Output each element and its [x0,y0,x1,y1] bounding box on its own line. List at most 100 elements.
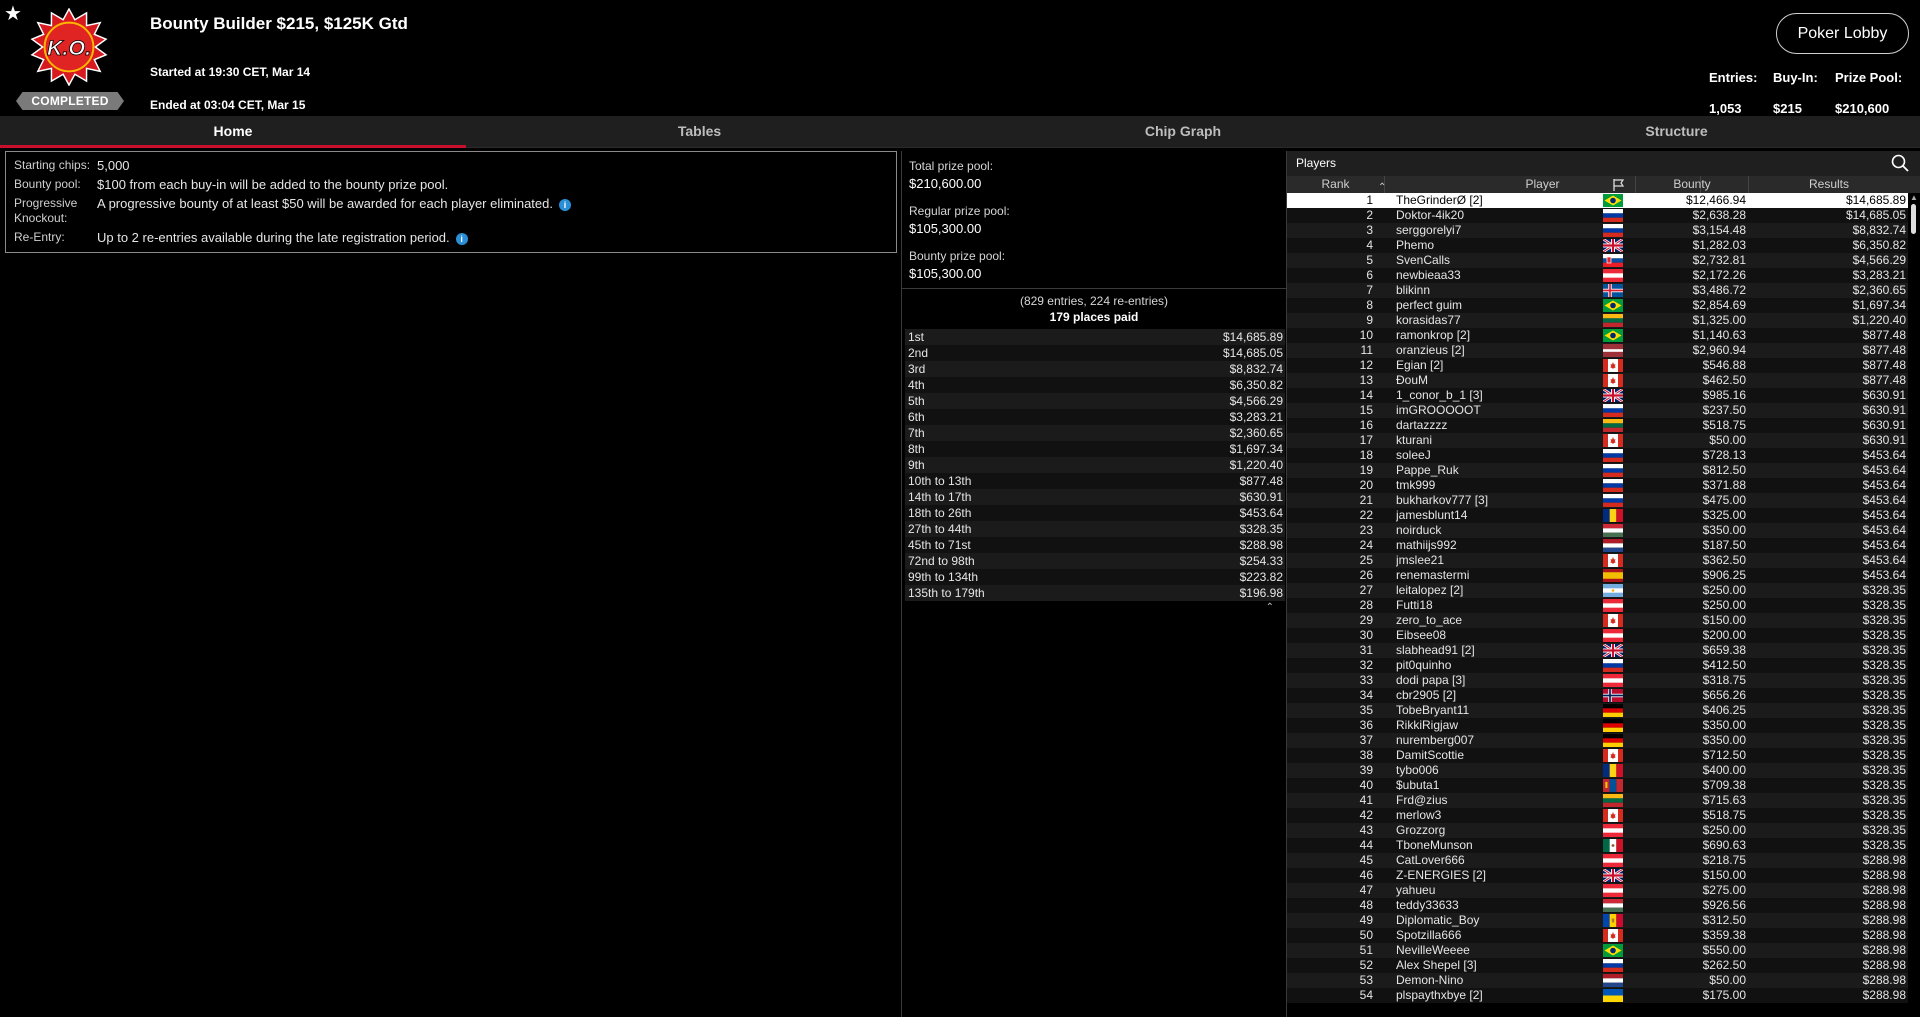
regular-prize-pool-value: $105,300.00 [909,221,982,236]
favorite-star-icon[interactable]: ★ [4,4,22,24]
poker-lobby-button[interactable]: Poker Lobby [1776,13,1909,54]
info-icon[interactable]: i [455,232,468,245]
player-row[interactable]: 4 Phemo $1,282.03 $6,350.82 [1287,237,1909,254]
player-row[interactable]: 13 ĐouM $462.50 $877.48 [1287,373,1909,388]
player-results: $288.98 [1862,973,1906,987]
buyin-label: Buy-In: [1773,70,1818,85]
player-row[interactable]: 48 teddy33633 $926.56 $288.98 [1287,898,1909,913]
player-row[interactable]: 44 TboneMunson $690.63 $328.35 [1287,838,1909,853]
payout-list: 1st $14,685.89 2nd $14,685.05 3rd $8,832.74 4t… [905,329,1285,601]
scrollbar-thumb[interactable] [1911,204,1916,234]
player-row[interactable]: 28 Futti18 $250.00 $328.35 [1287,598,1909,613]
player-row[interactable]: 9 korasidas77 $1,325.00 $1,220.40 [1287,313,1909,328]
country-flag-icon [1602,387,1624,404]
player-row[interactable]: 22 jamesblunt14 $325.00 $453.64 [1287,508,1909,523]
player-row[interactable]: 32 pit0quinho $412.50 $328.35 [1287,658,1909,673]
player-name: 1_conor_b_1 [3] [1396,388,1483,402]
player-bounty: $371.88 [1702,478,1746,492]
player-results: $288.98 [1862,943,1906,957]
player-row[interactable]: 26 renemastermi $906.25 $453.64 [1287,568,1909,583]
player-row[interactable]: 11 oranzieus [2] $2,960.94 $877.48 [1287,343,1909,358]
column-header-rank[interactable]: Rank ⌃ [1287,176,1386,193]
player-rank: 43 [1359,823,1373,837]
players-scrollbar[interactable]: ▲ [1908,193,1920,1017]
tab-tables[interactable]: Tables [466,116,933,148]
tab-home[interactable]: Home [0,116,466,148]
player-name: Spotzilla666 [1396,928,1462,942]
info-icon[interactable]: i [558,198,571,211]
column-header-results[interactable]: Results [1749,176,1909,193]
player-row[interactable]: 36 RikkiRigjaw $350.00 $328.35 [1287,718,1909,733]
player-bounty: $926.56 [1702,898,1746,912]
player-row[interactable]: 2 Doktor-4ik20 $2,638.28 $14,685.05 [1287,208,1909,223]
player-row[interactable]: 7 blikinn $3,486.72 $2,360.65 [1287,283,1909,298]
player-results: $2,360.65 [1852,283,1906,297]
player-row[interactable]: 19 Pappe_Ruk $812.50 $453.64 [1287,463,1909,478]
player-results: $453.64 [1862,493,1906,507]
player-row[interactable]: 51 NevilleWeeee $550.00 $288.98 [1287,943,1909,958]
player-row[interactable]: 29 zero_to_ace $150.00 $328.35 [1287,613,1909,628]
player-bounty: $200.00 [1702,628,1746,642]
player-row[interactable]: 8 perfect guim $2,854.69 $1,697.34 [1287,298,1909,313]
search-icon[interactable] [1890,153,1910,173]
player-row[interactable]: 33 dodi papa [3] $318.75 $328.35 [1287,673,1909,688]
player-row[interactable]: 10 ramonkrop [2] $1,140.63 $877.48 [1287,328,1909,343]
country-flag-icon [1603,689,1623,702]
player-row[interactable]: 17 kturani $50.00 $630.91 [1287,433,1909,448]
player-row[interactable]: 18 soleeJ $728.13 $453.64 [1287,448,1909,463]
player-row[interactable]: 3 serggorelyi7 $3,154.48 $8,832.74 [1287,223,1909,238]
player-name: ramonkrop [2] [1396,328,1471,342]
player-row[interactable]: 16 dartazzzz $518.75 $630.91 [1287,418,1909,433]
player-row[interactable]: 39 tybo006 $400.00 $328.35 [1287,763,1909,778]
bounty-pool-row: Bounty pool: $100 from each buy-in will … [14,177,888,192]
player-row[interactable]: 14 1_conor_b_1 [3] $985.16 $630.91 [1287,387,1909,404]
player-row[interactable]: 20 tmk999 $371.88 $453.64 [1287,478,1909,493]
player-row[interactable]: 21 bukharkov777 [3] $475.00 $453.64 [1287,493,1909,508]
scroll-up-icon[interactable]: ▲ [1908,193,1920,203]
player-row[interactable]: 46 Z-ENERGIES [2] $150.00 $288.98 [1287,867,1909,884]
player-row[interactable]: 24 mathiijs992 $187.50 $453.64 [1287,538,1909,553]
country-flag-icon [1603,839,1623,852]
player-row[interactable]: 40 $ubuta1 $709.38 $328.35 [1287,778,1909,793]
player-row[interactable]: 50 Spotzilla666 $359.38 $288.98 [1287,928,1909,943]
player-row[interactable]: 30 Eibsee08 $200.00 $328.35 [1287,628,1909,643]
player-row[interactable]: 49 Diplomatic_Boy $312.50 $288.98 [1287,913,1909,928]
player-row[interactable]: 1 TheGrinderØ [2] $12,466.94 $14,685.89 [1287,193,1909,208]
player-name: TheGrinderØ [2] [1396,193,1483,207]
player-row[interactable]: 6 newbieaa33 $2,172.26 $3,283.21 [1287,268,1909,283]
player-row[interactable]: 47 yahueu $275.00 $288.98 [1287,883,1909,898]
player-row[interactable]: 54 plspaythxbye [2] $175.00 $288.98 [1287,988,1909,1003]
player-rank: 4 [1366,238,1373,252]
prize-pool-stat: Prize Pool: $210,600 [1835,70,1902,116]
player-row[interactable]: 41 Frd@zius $715.63 $328.35 [1287,793,1909,808]
player-row[interactable]: 37 nuremberg007 $350.00 $328.35 [1287,733,1909,748]
player-row[interactable]: 25 jmslee21 $362.50 $453.64 [1287,553,1909,568]
collapse-chevron-icon[interactable]: ⌃ [1266,602,1274,613]
player-row[interactable]: 5 SvenCalls $2,732.81 $4,566.29 [1287,253,1909,268]
country-flag-icon [1603,779,1623,792]
player-row[interactable]: 31 slabhead91 [2] $659.38 $328.35 [1287,642,1909,659]
player-row[interactable]: 35 TobeBryant11 $406.25 $328.35 [1287,703,1909,718]
player-row[interactable]: 12 Egian [2] $546.88 $877.48 [1287,358,1909,373]
player-row[interactable]: 45 CatLover666 $218.75 $288.98 [1287,853,1909,868]
tab-chip-graph[interactable]: Chip Graph [933,116,1433,148]
player-row[interactable]: 27 leitalopez [2] $250.00 $328.35 [1287,583,1909,598]
player-row[interactable]: 38 DamitScottie $712.50 $328.35 [1287,748,1909,763]
player-name: tybo006 [1396,763,1439,777]
reentry-label: Re-Entry: [14,230,65,244]
tab-structure[interactable]: Structure [1433,116,1920,148]
player-bounty: $812.50 [1702,463,1746,477]
player-name: ĐouM [1396,373,1429,387]
player-row[interactable]: 53 Demon-Nino $50.00 $288.98 [1287,973,1909,988]
player-row[interactable]: 23 noirduck $350.00 $453.64 [1287,523,1909,538]
total-prize-pool: Total prize pool: $210,600.00 [902,159,993,191]
player-row[interactable]: 52 Alex Shepel [3] $262.50 $288.98 [1287,958,1909,973]
player-row[interactable]: 42 merlow3 $518.75 $328.35 [1287,808,1909,823]
player-bounty: $362.50 [1702,553,1746,567]
player-row[interactable]: 34 cbr2905 [2] $656.26 $328.35 [1287,688,1909,703]
column-header-country[interactable] [1601,176,1636,193]
player-name: DamitScottie [1396,748,1465,762]
player-row[interactable]: 15 imGROOOOOT $237.50 $630.91 [1287,403,1909,418]
column-header-bounty[interactable]: Bounty [1636,176,1749,193]
player-row[interactable]: 43 Grozzorg $250.00 $328.35 [1287,823,1909,838]
